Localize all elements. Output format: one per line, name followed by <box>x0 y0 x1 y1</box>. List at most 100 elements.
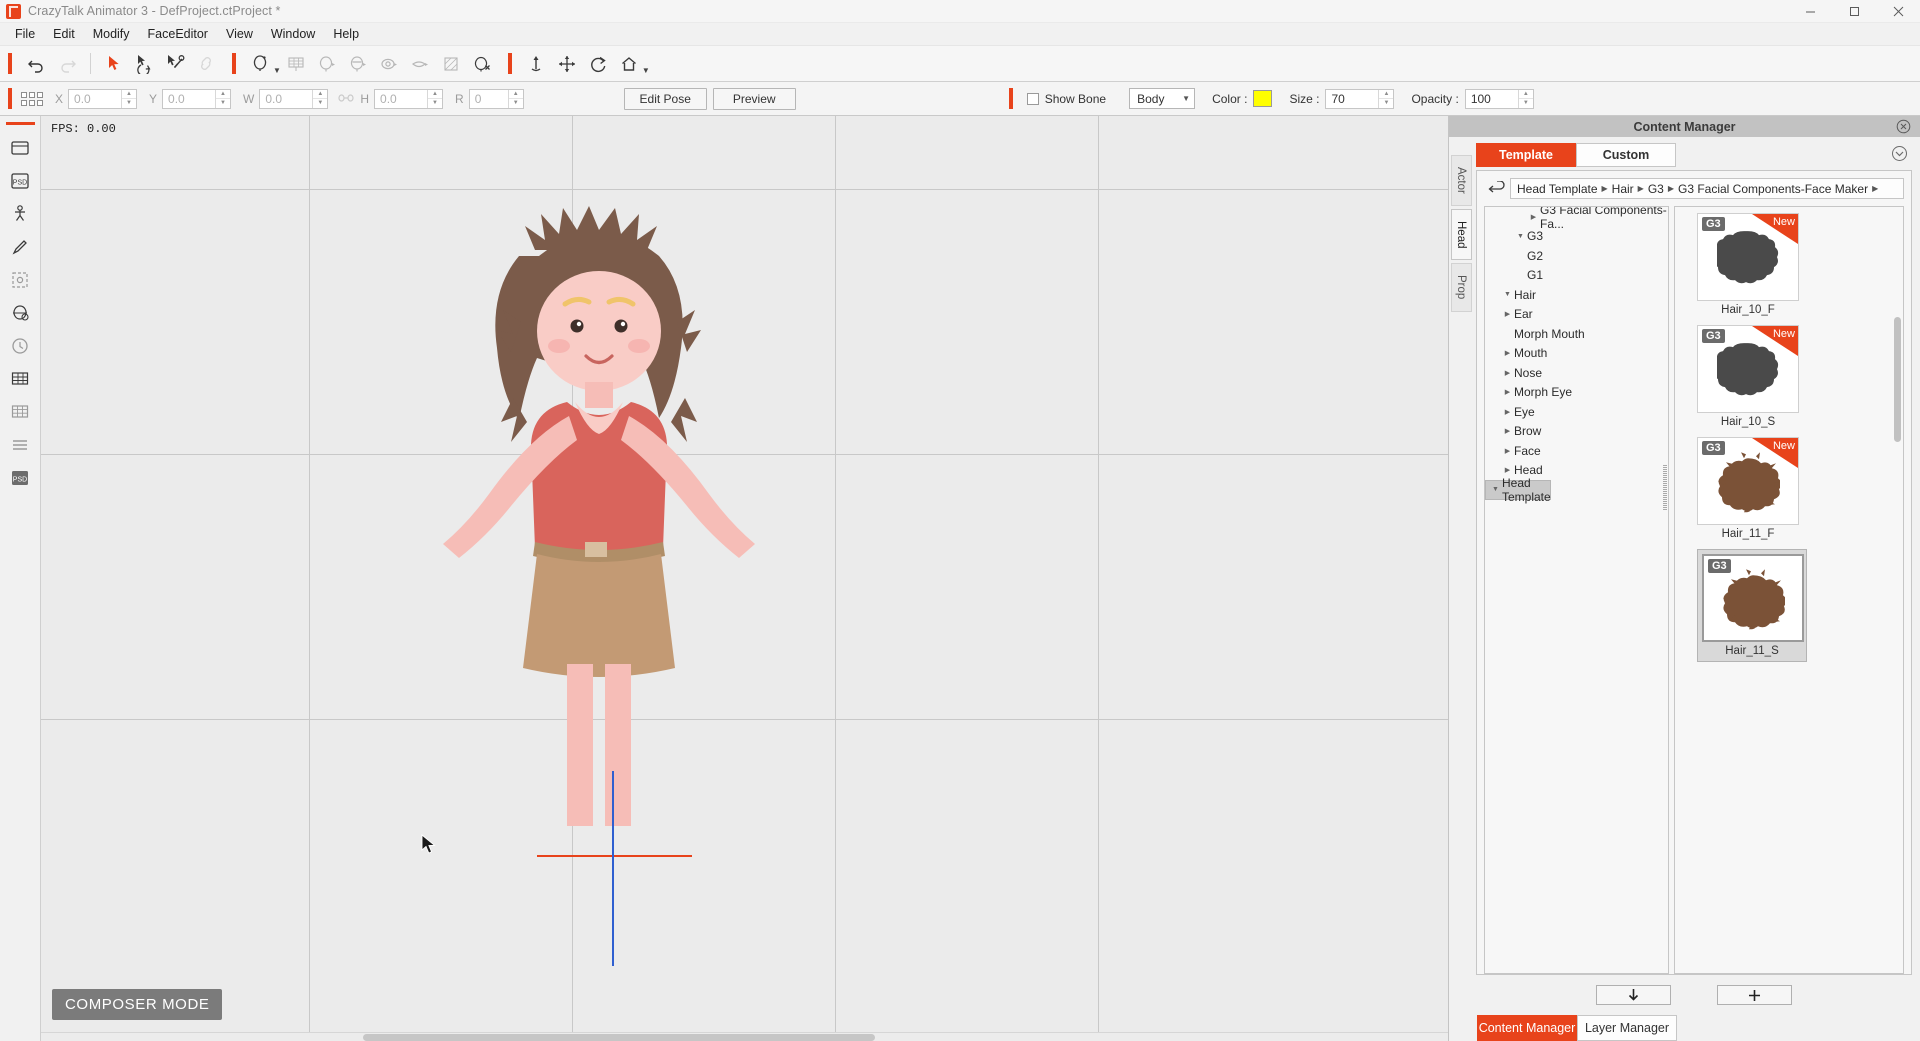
size-spin-arrows[interactable]: ▲ ▼ <box>1378 89 1394 108</box>
list-icon[interactable] <box>6 430 35 459</box>
breadcrumb-item-0[interactable]: Head Template <box>1517 182 1598 196</box>
preview-button[interactable]: Preview <box>712 87 796 110</box>
vtab-prop[interactable]: Prop <box>1450 263 1472 312</box>
bone-actor-icon[interactable] <box>6 199 35 228</box>
select-arrow-icon[interactable] <box>98 50 129 78</box>
content-item-card[interactable]: New G3 Hair_11_F <box>1697 437 1799 540</box>
psd-import-icon[interactable]: PSD <box>6 166 35 195</box>
tree-node[interactable]: G2 <box>1485 246 1668 266</box>
bottom-tab-layer-manager[interactable]: Layer Manager <box>1577 1015 1677 1041</box>
x-stepper[interactable]: ▲▼ <box>68 88 138 109</box>
face-setup-icon[interactable] <box>6 298 35 327</box>
twisty-collapsed-icon[interactable]: ▶ <box>1501 408 1514 416</box>
stage-viewport[interactable]: FPS: 0.00 COMPOSER MODE <box>41 116 1448 1041</box>
h-spin-arrows[interactable]: ▲ ▼ <box>427 89 443 108</box>
content-item-card[interactable]: New G3 Hair_10_S <box>1697 325 1799 428</box>
breadcrumb[interactable]: Head Template ▶ Hair ▶ G3 ▶ G3 Facial Co… <box>1510 178 1904 199</box>
vtab-head[interactable]: Head <box>1450 208 1472 261</box>
tree-node[interactable]: ▶ Face <box>1485 441 1668 461</box>
twisty-collapsed-icon[interactable]: ▶ <box>1501 447 1514 455</box>
rotate-icon[interactable] <box>583 50 614 78</box>
tree-node[interactable]: ▼ Hair <box>1485 285 1668 305</box>
twisty-expanded-icon[interactable]: ▼ <box>1501 291 1514 298</box>
grid-layout-icon[interactable] <box>6 364 35 393</box>
menu-edit[interactable]: Edit <box>44 24 84 44</box>
tree-node[interactable]: Morph Mouth <box>1485 324 1668 344</box>
twisty-collapsed-icon[interactable]: ▶ <box>1501 388 1514 396</box>
breadcrumb-item-2[interactable]: G3 <box>1648 182 1664 196</box>
opacity-input[interactable] <box>1465 89 1518 108</box>
eye-icon[interactable] <box>374 50 405 78</box>
pen-draw-icon[interactable] <box>6 232 35 261</box>
size-input[interactable] <box>1326 89 1379 108</box>
r-input[interactable] <box>469 89 508 108</box>
twisty-collapsed-icon[interactable]: ▶ <box>1501 369 1514 377</box>
tree-node[interactable]: ▶ Ear <box>1485 305 1668 325</box>
tree-node[interactable]: ▶ Brow <box>1485 422 1668 442</box>
twisty-collapsed-icon[interactable]: ▶ <box>1527 213 1540 221</box>
bottom-tab-content-manager[interactable]: Content Manager <box>1477 1015 1577 1041</box>
body-select[interactable]: Body ▼ <box>1129 88 1196 109</box>
w-stepper[interactable]: ▲▼ <box>259 88 329 109</box>
plus-icon[interactable] <box>1717 985 1792 1005</box>
home-icon[interactable] <box>614 50 645 78</box>
twisty-collapsed-icon[interactable]: ▶ <box>1501 310 1514 318</box>
tree-node[interactable]: ▶ Nose <box>1485 363 1668 383</box>
move-icon[interactable] <box>552 50 583 78</box>
twisty-expanded-icon[interactable]: ▼ <box>1514 233 1527 240</box>
breadcrumb-item-3[interactable]: G3 Facial Components-Face Maker <box>1678 182 1868 196</box>
menu-modify[interactable]: Modify <box>84 24 139 44</box>
psd-export-icon[interactable]: PSD <box>6 463 35 492</box>
pin-icon[interactable] <box>521 50 552 78</box>
tree-node[interactable]: ▼ Head Template <box>1485 476 1551 504</box>
align-grid-icon[interactable] <box>21 91 43 106</box>
twisty-collapsed-icon[interactable]: ▶ <box>1501 349 1514 357</box>
scrollbar-thumb[interactable] <box>363 1034 875 1041</box>
w-spin-arrows[interactable]: ▲ ▼ <box>312 89 328 108</box>
r-stepper[interactable]: ▲▼ <box>468 88 524 109</box>
texture-icon[interactable] <box>436 50 467 78</box>
close-circle-icon[interactable] <box>1896 119 1911 137</box>
tab-template[interactable]: Template <box>1476 143 1576 167</box>
tab-custom[interactable]: Custom <box>1576 143 1676 167</box>
item-thumbnail[interactable]: G3 <box>1702 554 1804 642</box>
item-thumbnail[interactable]: New G3 <box>1697 325 1799 413</box>
clock-icon[interactable] <box>6 331 35 360</box>
item-thumbnail[interactable]: New G3 <box>1697 213 1799 301</box>
download-arrow-icon[interactable] <box>1596 985 1671 1005</box>
y-stepper[interactable]: ▲▼ <box>162 88 232 109</box>
minimize-button[interactable] <box>1788 0 1832 23</box>
menu-view[interactable]: View <box>217 24 262 44</box>
color-swatch[interactable] <box>1253 90 1273 107</box>
maximize-button[interactable] <box>1832 0 1876 23</box>
twisty-expanded-icon[interactable]: ▼ <box>1489 486 1502 493</box>
category-tree[interactable]: ▶ G3 Facial Components-Fa... ▼ G3 G2 G1 ▼ Hair ▶… <box>1484 206 1669 974</box>
edit-pose-button[interactable]: Edit Pose <box>623 87 707 110</box>
y-input[interactable] <box>163 89 216 108</box>
tree-node[interactable]: G1 <box>1485 266 1668 286</box>
y-spin-arrows[interactable]: ▲ ▼ <box>215 89 231 108</box>
twisty-collapsed-icon[interactable]: ▶ <box>1501 427 1514 435</box>
create-actor-icon[interactable] <box>6 133 35 162</box>
breadcrumb-item-1[interactable]: Hair <box>1612 182 1634 196</box>
chevron-down-circle-icon[interactable] <box>1891 145 1908 165</box>
size-stepper[interactable]: ▲▼ <box>1325 88 1395 109</box>
layer-grid-icon[interactable] <box>6 397 35 426</box>
head-icon[interactable] <box>312 50 343 78</box>
w-input[interactable] <box>260 89 313 108</box>
menu-file[interactable]: File <box>6 24 44 44</box>
link-icon[interactable] <box>191 50 222 78</box>
content-item-card[interactable]: G3 Hair_11_S <box>1697 549 1807 662</box>
remove-face-icon[interactable] <box>467 50 498 78</box>
face-puppet-icon[interactable] <box>245 50 276 78</box>
item-grid-scrollbar[interactable] <box>1894 317 1901 442</box>
redo-icon[interactable] <box>52 50 83 78</box>
sprite-box-icon[interactable] <box>6 265 35 294</box>
menu-window[interactable]: Window <box>262 24 324 44</box>
face-grid-icon[interactable] <box>281 50 312 78</box>
twisty-collapsed-icon[interactable]: ▶ <box>1501 466 1514 474</box>
h-input[interactable] <box>375 89 428 108</box>
transform-hand-icon[interactable] <box>129 50 160 78</box>
close-button[interactable] <box>1876 0 1920 23</box>
tree-node[interactable]: ▶ G3 Facial Components-Fa... <box>1485 207 1668 231</box>
